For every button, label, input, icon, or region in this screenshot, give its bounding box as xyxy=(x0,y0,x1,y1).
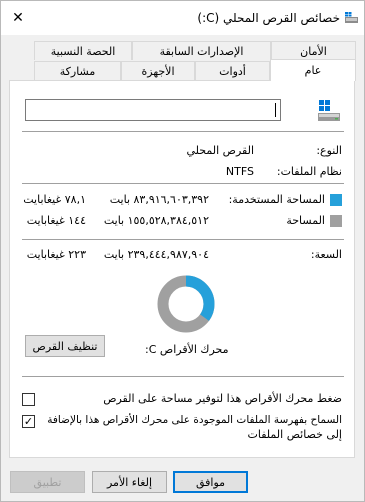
separator xyxy=(22,239,344,240)
cancel-label: إلغاء الأمر xyxy=(106,475,153,489)
tab-label: عام xyxy=(304,64,322,77)
properties-window: خصائص القرص المحلي (C:) ✕ الأمان الإصدار… xyxy=(0,0,365,502)
tab-label: الأجهزة xyxy=(141,64,175,78)
used-bytes: ٨٣,٩١٦,٦٠٣,٣٩٢ بايت xyxy=(109,193,209,206)
tab-tools[interactable]: أدوات xyxy=(195,61,270,80)
capacity-bytes: ٢٣٩,٤٤٤,٩٨٧,٩٠٤ بايت xyxy=(103,248,209,261)
apply-button[interactable]: تطبيق xyxy=(10,471,85,493)
tab-label: الحصة النسبية xyxy=(50,44,116,58)
cancel-button[interactable]: إلغاء الأمر xyxy=(92,471,167,493)
tab-previous-versions[interactable]: الإصدارات السابقة xyxy=(132,41,271,60)
used-label: المساحة المستخدمة: xyxy=(228,193,325,206)
tab-label: الإصدارات السابقة xyxy=(159,44,244,58)
free-label: المساحة xyxy=(286,214,325,227)
close-icon: ✕ xyxy=(12,10,24,26)
disk-cleanup-button[interactable]: تنظيف القرص xyxy=(25,335,105,357)
index-checkbox[interactable]: ✓ xyxy=(22,415,35,428)
free-color-swatch xyxy=(330,215,342,227)
disk-cleanup-label: تنظيف القرص xyxy=(32,339,98,353)
drive-icon xyxy=(345,12,358,23)
window-title: خصائص القرص المحلي (C:) xyxy=(197,11,340,25)
tab-label: مشاركة xyxy=(59,64,96,78)
used-color-swatch xyxy=(330,194,342,206)
tab-security[interactable]: الأمان xyxy=(271,41,356,60)
title-bar: خصائص القرص المحلي (C:) ✕ xyxy=(1,1,364,35)
general-panel: النوع: القرص المحلي نظام الملفات: NTFS ا… xyxy=(9,80,355,458)
tab-sharing[interactable]: مشاركة xyxy=(34,61,121,80)
drive-label: محرك الأقراص C: xyxy=(145,343,229,356)
index-label-line1: السماح بفهرسة الملفات الموجودة على محرك … xyxy=(47,414,342,426)
filesystem-value: NTFS xyxy=(225,165,254,178)
ok-label: موافق xyxy=(195,475,226,489)
free-bytes: ١٥٥,٥٢٨,٣٨٤,٥١٢ بايت xyxy=(103,214,209,227)
checkmark-icon: ✓ xyxy=(23,415,34,428)
compress-checkbox[interactable] xyxy=(22,393,35,406)
compress-label: ضغط محرك الأقراص هذا لتوفير مساحة على ال… xyxy=(103,392,342,405)
tab-label: الأمان xyxy=(300,44,327,58)
tab-hardware[interactable]: الأجهزة xyxy=(121,61,195,80)
separator xyxy=(22,376,344,377)
capacity-gb: ٢٢٣ غيغابايت xyxy=(26,248,86,261)
ok-button[interactable]: موافق xyxy=(173,471,248,493)
separator xyxy=(22,183,344,184)
tab-quota[interactable]: الحصة النسبية xyxy=(34,41,132,60)
tab-general[interactable]: عام xyxy=(270,59,356,81)
text-caret xyxy=(275,103,276,117)
capacity-label: السعة: xyxy=(310,248,342,261)
apply-label: تطبيق xyxy=(33,475,62,489)
separator xyxy=(22,131,344,132)
index-label-line2: إلى خصائص الملفات xyxy=(247,428,342,441)
close-button[interactable]: ✕ xyxy=(1,1,35,35)
drive-icon xyxy=(318,100,340,121)
filesystem-label: نظام الملفات: xyxy=(276,165,342,178)
usage-donut-chart xyxy=(157,275,215,333)
type-value: القرص المحلي xyxy=(186,144,254,157)
used-gb: ٧٨,١ غيغابايت xyxy=(23,193,86,206)
tab-label: أدوات xyxy=(219,64,246,78)
drive-name-input[interactable] xyxy=(25,99,281,121)
type-label: النوع: xyxy=(316,144,342,157)
free-gb: ١٤٤ غيغابايت xyxy=(26,214,86,227)
